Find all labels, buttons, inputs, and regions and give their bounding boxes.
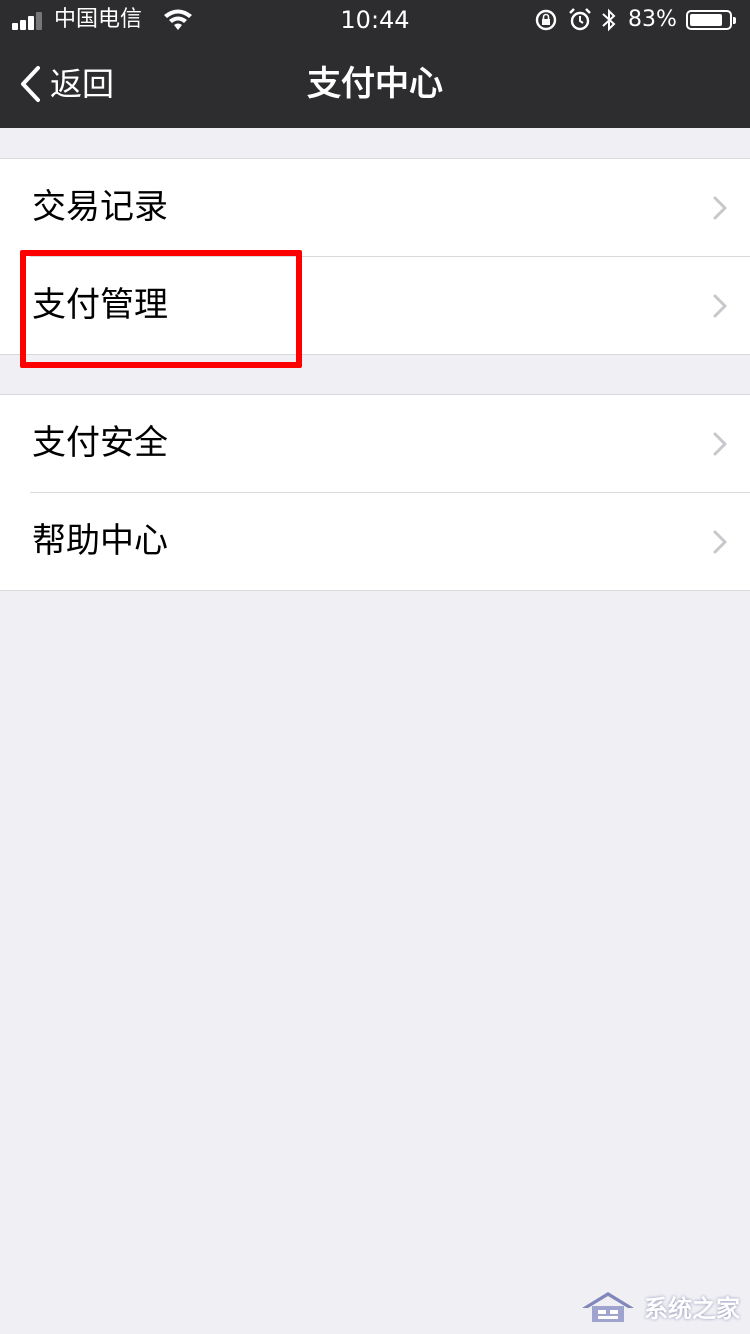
- chevron-right-icon: [713, 294, 727, 318]
- list-item-help-center[interactable]: 帮助中心: [30, 492, 750, 590]
- bluetooth-icon: [602, 8, 616, 32]
- chevron-right-icon: [713, 196, 727, 220]
- chevron-right-icon: [713, 432, 727, 456]
- list-item-payment-security[interactable]: 支付安全: [0, 395, 750, 492]
- orientation-lock-icon: [535, 9, 557, 31]
- settings-group-2: 支付安全 帮助中心: [0, 394, 750, 591]
- watermark-text: 系统之家: [644, 1294, 740, 1323]
- alarm-icon: [569, 8, 591, 31]
- page-title: 支付中心: [307, 64, 443, 104]
- battery-icon: [686, 10, 736, 30]
- list-item-transaction-records[interactable]: 交易记录: [0, 159, 750, 256]
- list-item-label: 支付安全: [32, 423, 168, 463]
- watermark-logo-icon: [582, 1292, 634, 1322]
- status-bar: 中国电信 10:44 83%: [0, 0, 750, 40]
- watermark: 系统之家: [578, 1286, 740, 1326]
- chevron-right-icon: [713, 530, 727, 554]
- annotation-highlight-box: [20, 250, 302, 368]
- list-item-label: 帮助中心: [32, 521, 168, 561]
- navigation-bar: 返回 支付中心: [0, 40, 750, 128]
- battery-percent: 83%: [628, 7, 677, 32]
- list-item-label: 交易记录: [32, 187, 168, 227]
